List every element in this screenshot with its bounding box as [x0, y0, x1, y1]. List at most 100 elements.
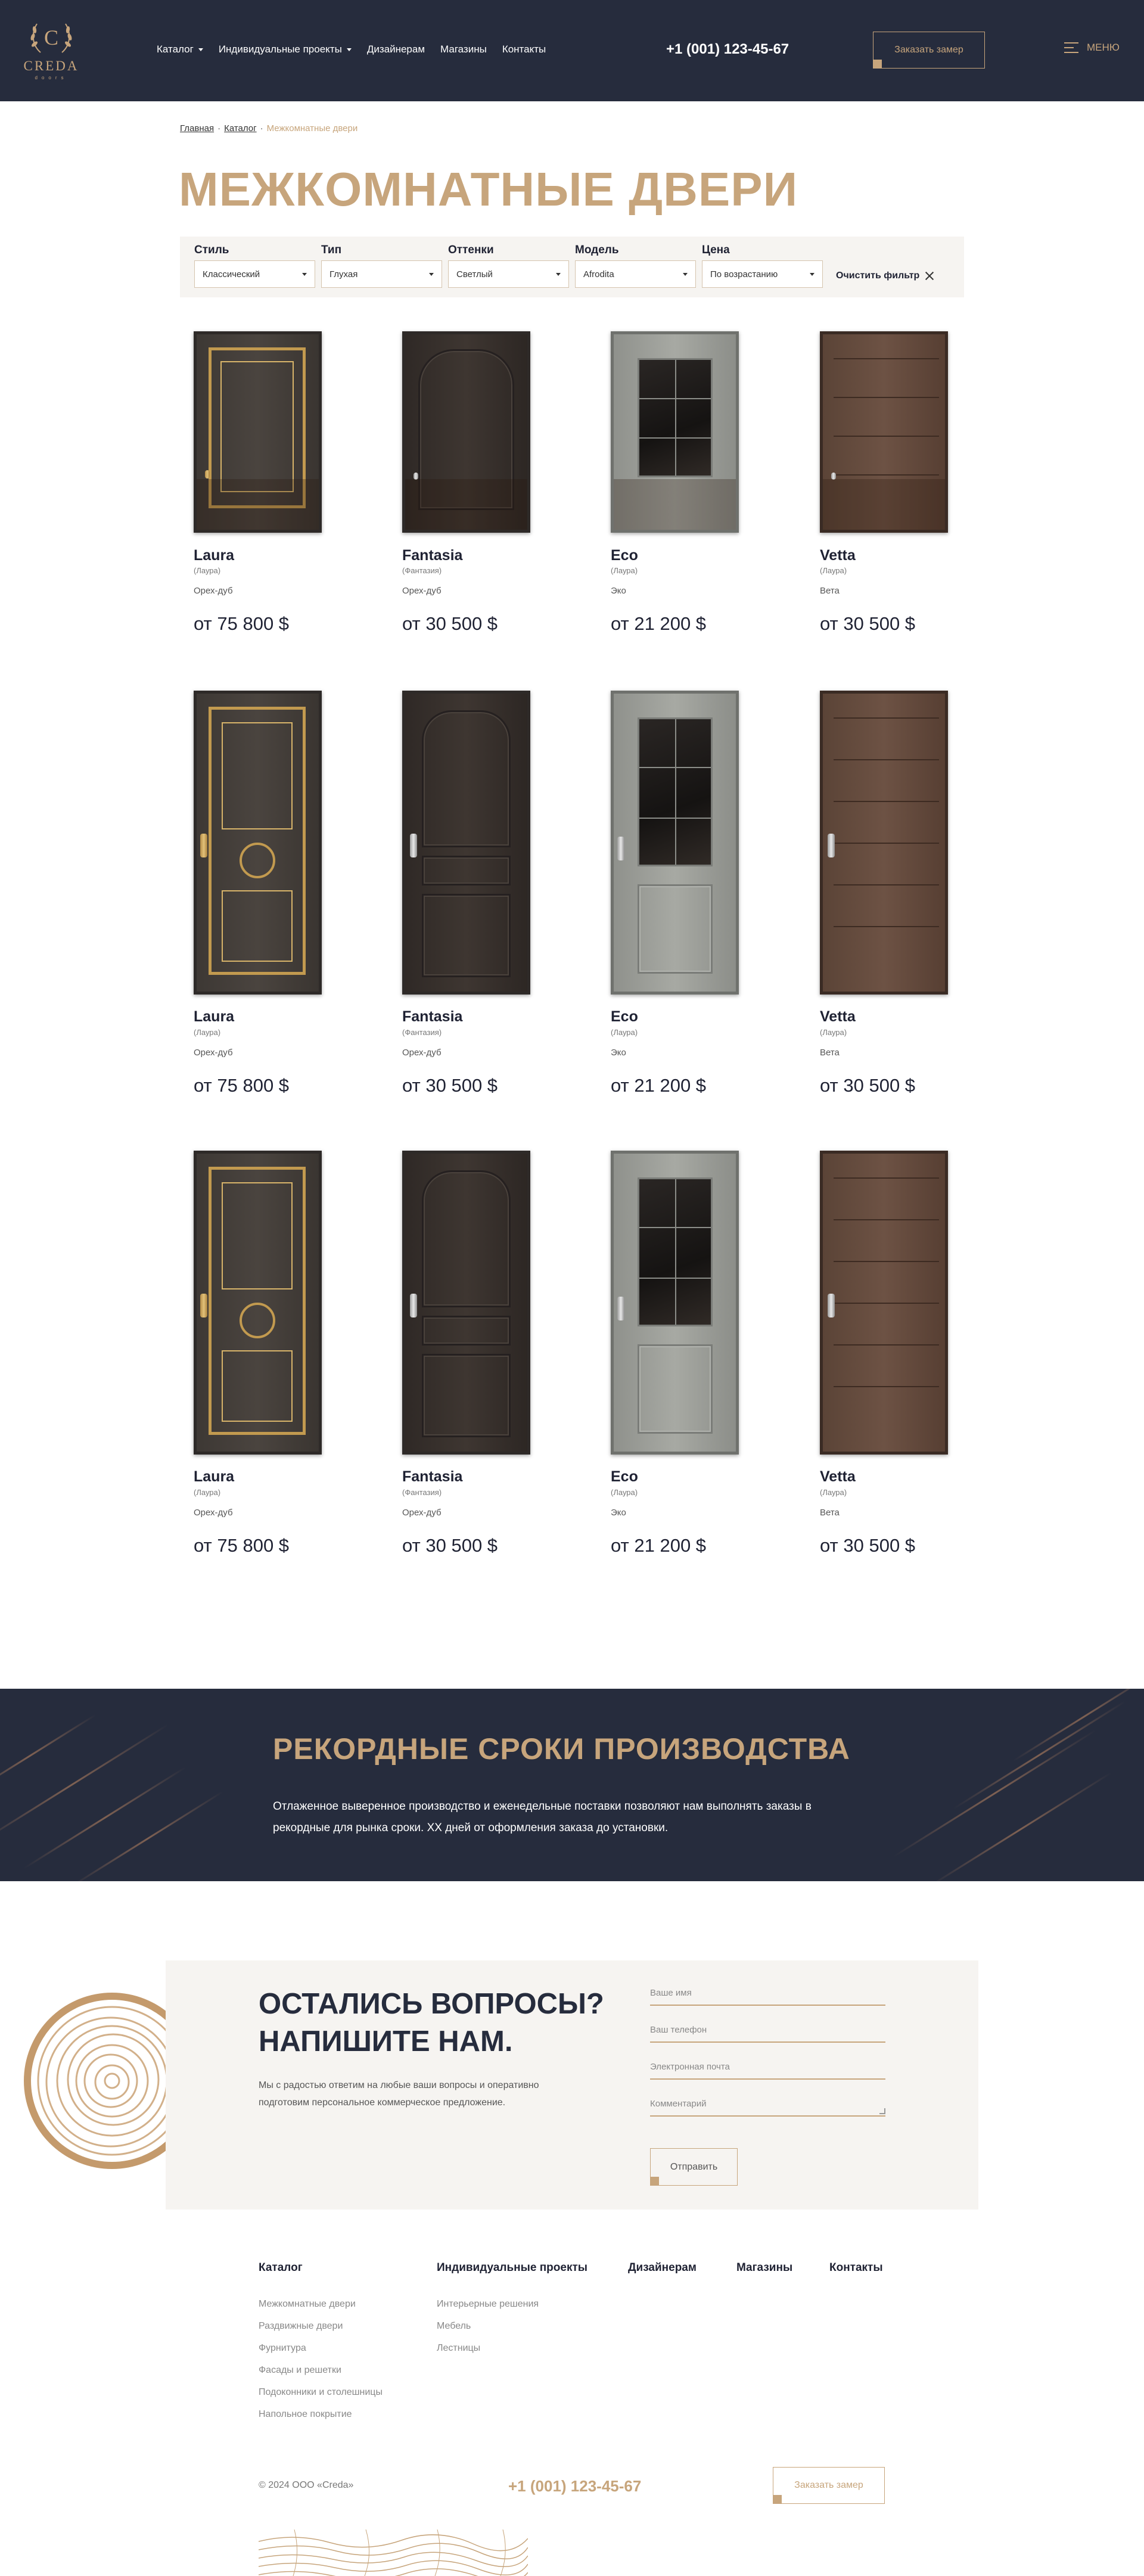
product-material: Вета	[820, 1048, 840, 1058]
nav-item-projects[interactable]: Индивидуальные проекты	[219, 43, 352, 55]
footer-link[interactable]: Напольное покрытие	[259, 2409, 383, 2431]
product-subtitle: (Фантазия)	[402, 566, 442, 575]
filter-price: Цена По возрастанию	[702, 244, 823, 288]
button-label: Заказать замер	[894, 45, 963, 55]
product-material: Орех-дуб	[402, 586, 442, 596]
model-select[interactable]: Afrodita	[575, 260, 696, 288]
footer-link[interactable]: Фасады и решетки	[259, 2365, 383, 2387]
product-material: Орех-дуб	[402, 1508, 442, 1518]
laurel-logo-icon: C	[30, 23, 72, 53]
type-select[interactable]: Глухая	[321, 260, 442, 288]
breadcrumb: Главная · Каталог · Межкомнатные двери	[180, 123, 358, 133]
footer-order-measurement-button[interactable]: Заказать замер	[773, 2467, 885, 2504]
product-price: от 30 500 $	[402, 1535, 498, 1556]
shades-select[interactable]: Светлый	[448, 260, 569, 288]
nav-item-label: Каталог	[157, 43, 194, 55]
door-image	[402, 331, 530, 533]
nav-item-stores[interactable]: Магазины	[440, 43, 487, 55]
comment-field[interactable]: Комментарий	[650, 2096, 885, 2117]
style-select[interactable]: Классический	[194, 260, 315, 288]
product-material: Вета	[820, 586, 840, 596]
footer-link-contacts[interactable]: Контакты	[829, 2261, 883, 2274]
breadcrumb-home-link[interactable]: Главная	[180, 123, 214, 133]
banner-text: Отлаженное выверенное производство и еже…	[273, 1800, 812, 1834]
button-label: Отправить	[670, 2161, 718, 2172]
footer-catalog-links: Межкомнатные двери Раздвижные двери Фурн…	[259, 2299, 383, 2431]
nav-item-designers[interactable]: Дизайнерам	[367, 43, 425, 55]
product-name: Laura	[194, 547, 235, 564]
filter-label: Цена	[702, 244, 730, 256]
filter-label: Модель	[575, 244, 619, 256]
footer-link-designers[interactable]: Дизайнерам	[628, 2261, 697, 2274]
clear-filter-button[interactable]: Очистить фильтр	[836, 271, 935, 281]
product-name: Laura	[194, 1468, 235, 1485]
email-field[interactable]: Электронная почта	[650, 2059, 885, 2080]
product-price: от 21 200 $	[611, 613, 707, 634]
breadcrumb-separator: ·	[217, 123, 221, 133]
door-image	[611, 331, 739, 533]
product-subtitle: (Лаура)	[820, 1488, 847, 1497]
creda-logo[interactable]: C CREDA doors	[23, 17, 80, 82]
product-name: Eco	[611, 547, 638, 564]
product-subtitle: (Лаура)	[611, 566, 638, 575]
contact-title-line: НАПИШИТЕ НАМ.	[259, 2025, 513, 2058]
nav-item-catalog[interactable]: Каталог	[157, 43, 203, 55]
product-price: от 75 800 $	[194, 613, 290, 634]
order-measurement-button[interactable]: Заказать замер	[873, 32, 985, 69]
submit-button[interactable]: Отправить	[650, 2148, 738, 2186]
product-price: от 21 200 $	[611, 1075, 707, 1096]
footer-phone-link[interactable]: +1 (001) 123-45-67	[508, 2477, 641, 2496]
filter-shades: Оттенки Светлый	[448, 244, 569, 288]
footer-link[interactable]: Подоконники и столешницы	[259, 2387, 383, 2409]
menu-button[interactable]: МЕНЮ	[1064, 42, 1120, 54]
product-subtitle: (Лаура)	[611, 1028, 638, 1037]
product-name: Vetta	[820, 1008, 856, 1025]
breadcrumb-separator: ·	[260, 123, 263, 133]
product-name: Laura	[194, 1008, 235, 1025]
product-subtitle: (Лаура)	[194, 1028, 221, 1037]
footer-link[interactable]: Мебель	[437, 2321, 539, 2343]
wood-grain-decoration	[259, 2530, 528, 2576]
product-price: от 21 200 $	[611, 1535, 707, 1556]
logo-wordmark: CREDA	[23, 58, 79, 73]
product-material: Вета	[820, 1508, 840, 1518]
product-name: Eco	[611, 1008, 638, 1025]
nav-item-label: Дизайнерам	[366, 43, 425, 55]
door-image	[820, 1151, 948, 1455]
filter-model: Модель Afrodita	[575, 244, 696, 288]
page-title: МЕЖКОМНАТНЫЕ ДВЕРИ	[179, 163, 798, 216]
door-image	[194, 691, 322, 995]
logo-subtitle: doors	[35, 75, 68, 80]
footer-link-stores[interactable]: Магазины	[736, 2261, 792, 2274]
chevron-down-icon	[198, 48, 203, 51]
footer-link[interactable]: Фурнитура	[259, 2343, 383, 2365]
name-field[interactable]: Ваше имя	[650, 1985, 885, 2006]
contact-description: Мы с радостью ответим на любые ваши вопр…	[259, 2080, 539, 2108]
filter-label: Оттенки	[448, 244, 494, 256]
product-subtitle: (Лаура)	[820, 566, 847, 575]
breadcrumb-catalog-link[interactable]: Каталог	[224, 123, 257, 133]
footer-link[interactable]: Интерьерные решения	[437, 2299, 539, 2321]
corner-accent	[650, 2177, 659, 2186]
footer-link-projects[interactable]: Индивидуальные проекты	[437, 2261, 587, 2274]
nav-item-contacts[interactable]: Контакты	[502, 43, 546, 55]
product-subtitle: (Фантазия)	[402, 1488, 442, 1497]
footer-link-catalog[interactable]: Каталог	[259, 2261, 303, 2274]
product-name: Eco	[611, 1468, 638, 1485]
footer-link[interactable]: Лестницы	[437, 2343, 539, 2365]
footer-link[interactable]: Раздвижные двери	[259, 2321, 383, 2343]
product-name: Vetta	[820, 547, 856, 564]
phone-field[interactable]: Ваш телефон	[650, 2022, 885, 2043]
contact-title: ОСТАЛИСЬ ВОПРОСЫ? НАПИШИТЕ НАМ.	[259, 1985, 640, 2061]
close-icon	[924, 271, 935, 281]
header-phone-link[interactable]: +1 (001) 123-45-67	[666, 41, 789, 58]
price-sort-select[interactable]: По возрастанию	[702, 260, 823, 288]
door-image	[820, 691, 948, 995]
door-image	[194, 1151, 322, 1455]
footer-link[interactable]: Межкомнатные двери	[259, 2299, 383, 2321]
door-image	[402, 1151, 530, 1455]
product-name: Fantasia	[402, 1008, 463, 1025]
filter-label: Стиль	[194, 244, 229, 256]
product-name: Fantasia	[402, 1468, 463, 1485]
product-name: Fantasia	[402, 547, 463, 564]
